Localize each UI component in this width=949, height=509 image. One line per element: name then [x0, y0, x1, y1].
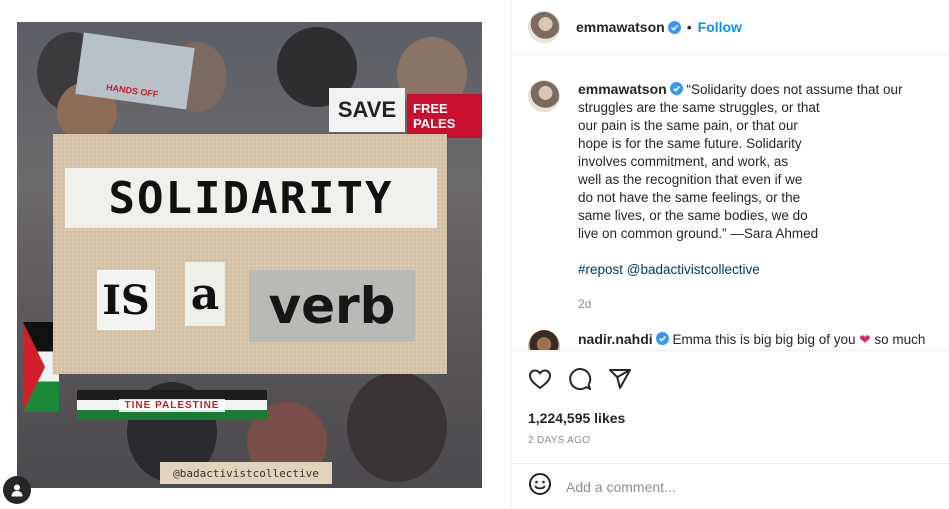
comment-input[interactable]: [566, 478, 866, 495]
heart-emoji-icon: ❤: [859, 332, 871, 347]
commenter-username[interactable]: nadir.nahdi: [578, 331, 653, 347]
cutout-word-verb: verb: [249, 270, 415, 342]
protest-sign: FREE PALES: [407, 94, 482, 138]
caption-username[interactable]: emmawatson: [578, 81, 667, 97]
comment-icon[interactable]: [568, 367, 592, 391]
verified-badge-icon: [669, 82, 683, 95]
emoji-icon[interactable]: [528, 472, 552, 501]
post-actions: 1,224,595 likes 2 DAYS AGO: [512, 350, 949, 463]
verified-badge-icon: [667, 20, 681, 34]
post-date[interactable]: 2 DAYS AGO: [528, 435, 590, 446]
post-side-panel: emmawatson • Follow emmawatson “Solidari…: [511, 0, 949, 509]
comment-text: Emma this is big big big of you: [668, 332, 860, 347]
action-icon-row: [528, 367, 632, 391]
header-separator: •: [686, 19, 692, 35]
sign-text: HANDS OFF: [105, 82, 159, 100]
banner-text: TINE PALESTINE: [118, 398, 226, 412]
user-icon[interactable]: [3, 476, 31, 504]
palestine-banner: TINE PALESTINE: [77, 390, 267, 420]
caption: emmawatson “Solidarity does not assume t…: [528, 80, 938, 313]
verified-badge-icon: [655, 332, 669, 345]
sign-text: SAVE: [337, 97, 397, 122]
comment-text-end: so much: [870, 332, 926, 347]
headline-solidarity: SOLIDARITY: [65, 168, 437, 228]
comment-item: nadir.nahdi Emma this is big big big of …: [528, 330, 938, 350]
like-count[interactable]: 1,224,595 likes: [528, 410, 625, 426]
caption-quote: “Solidarity does not assume that our str…: [578, 82, 903, 241]
protest-sign: SAVE: [329, 88, 405, 132]
heart-icon[interactable]: [528, 367, 552, 391]
caption-body: emmawatson “Solidarity does not assume t…: [578, 80, 918, 313]
follow-button[interactable]: Follow: [698, 19, 742, 35]
comment-body: nadir.nahdi Emma this is big big big of …: [578, 330, 925, 350]
caption-text: emmawatson “Solidarity does not assume t…: [578, 80, 918, 243]
media-area: HANDS OFF SAVE FREE PALES SOLIDARITY IS …: [0, 0, 511, 509]
watermark-label: @badactivistcollective: [160, 462, 332, 484]
share-icon[interactable]: [608, 367, 632, 391]
collage-card: SOLIDARITY IS a verb: [53, 134, 447, 374]
comments-section: emmawatson “Solidarity does not assume t…: [512, 56, 949, 350]
caption-avatar[interactable]: [528, 80, 560, 112]
sign-text: FREE PALES: [413, 101, 456, 131]
post-header: emmawatson • Follow: [512, 0, 949, 55]
cutout-word-a: a: [185, 262, 225, 326]
author-avatar[interactable]: [528, 11, 560, 43]
crowd-figure: [347, 372, 447, 482]
caption-hashtags[interactable]: #repost @badactivistcollective: [578, 261, 918, 279]
post-image[interactable]: HANDS OFF SAVE FREE PALES SOLIDARITY IS …: [17, 22, 482, 488]
commenter-avatar[interactable]: [528, 330, 560, 350]
palestine-flag-triangle: [23, 322, 45, 412]
author-username[interactable]: emmawatson: [576, 19, 665, 35]
add-comment-bar: [512, 463, 949, 509]
cutout-word-is: IS: [97, 270, 155, 330]
caption-time[interactable]: 2d: [578, 295, 918, 313]
